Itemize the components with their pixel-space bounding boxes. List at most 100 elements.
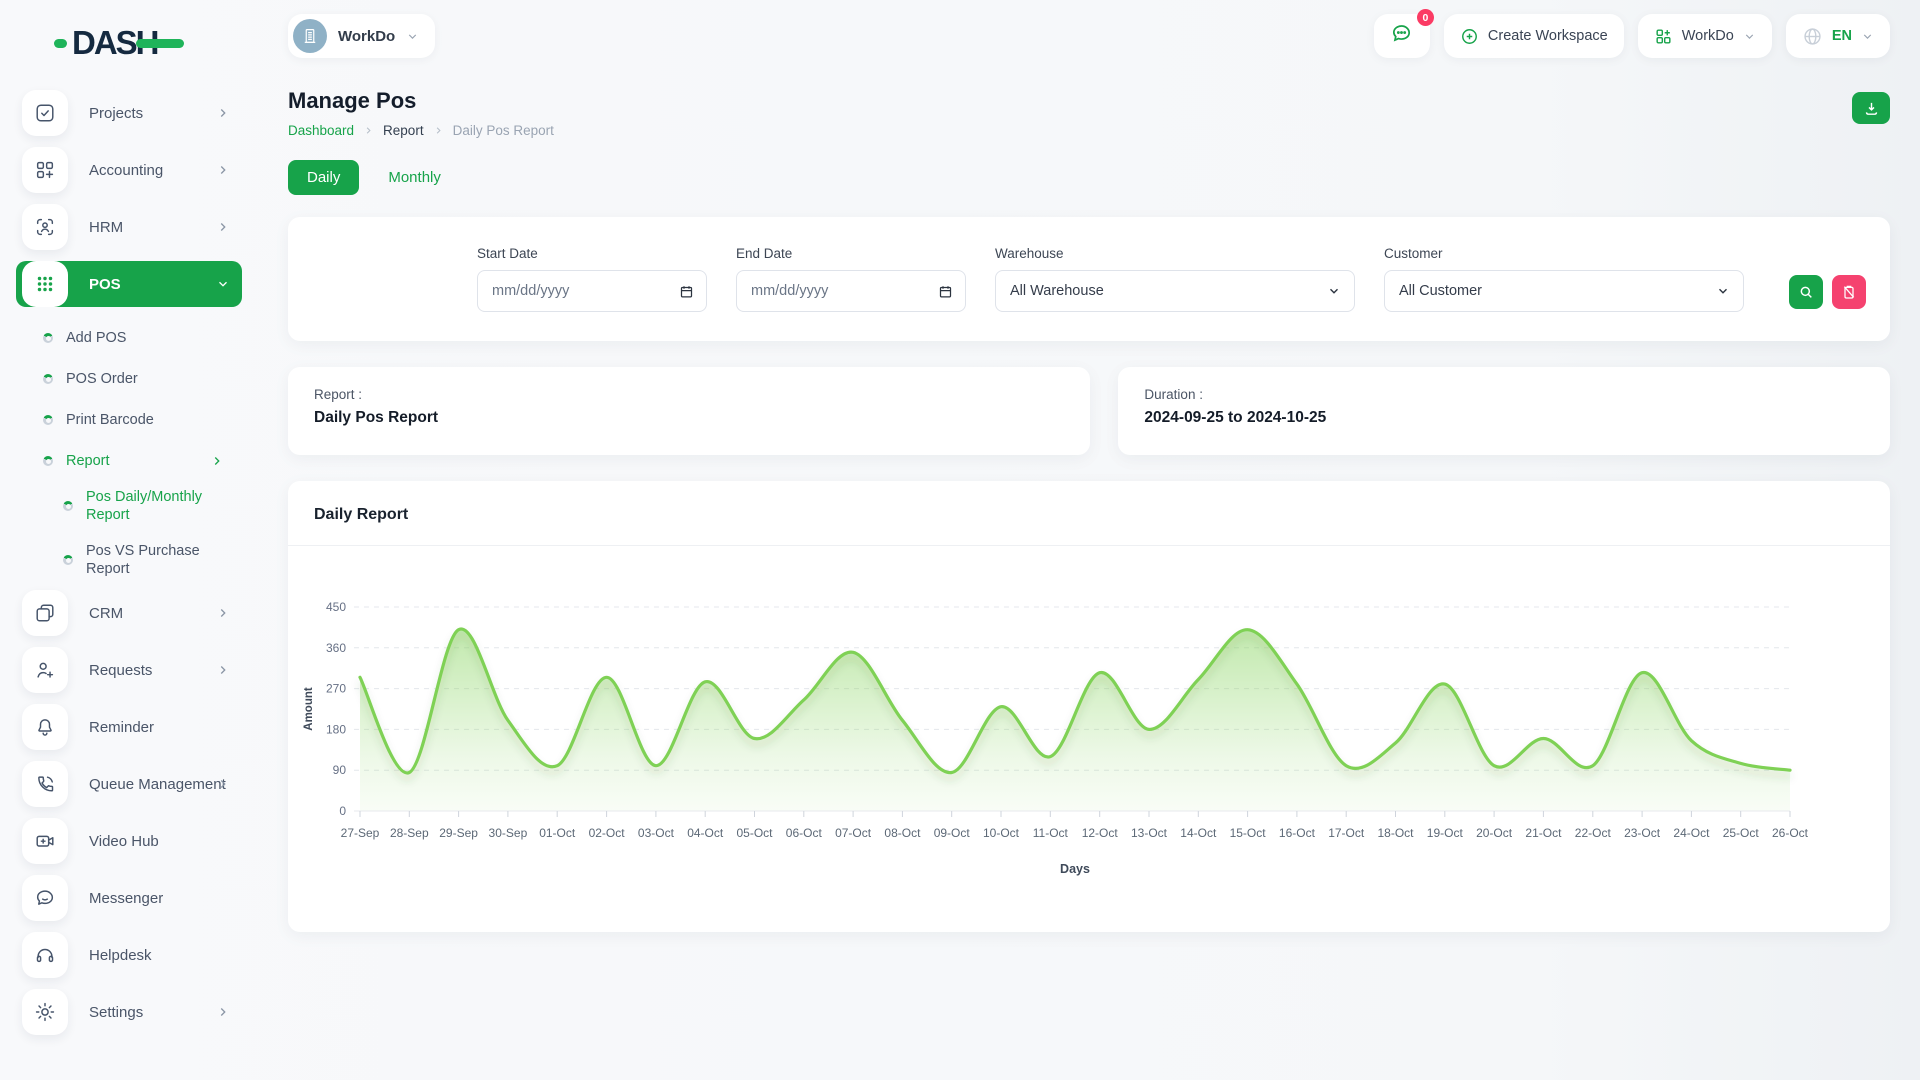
start-date-label: Start Date (477, 246, 707, 261)
messages-button[interactable]: 0 (1374, 14, 1430, 58)
svg-text:16-Oct: 16-Oct (1279, 826, 1316, 840)
svg-text:12-Oct: 12-Oct (1082, 826, 1119, 840)
customer-select[interactable]: All Customer (1385, 271, 1743, 311)
svg-text:23-Oct: 23-Oct (1624, 826, 1661, 840)
grid-plus-icon (1654, 27, 1673, 46)
phone-call-icon (22, 761, 68, 807)
start-date-field[interactable] (477, 270, 707, 312)
sidebar-item-helpdesk[interactable]: Helpdesk (16, 932, 242, 978)
page-title: Manage Pos (288, 88, 554, 114)
sidebar-item-queue-management[interactable]: Queue Management (16, 761, 242, 807)
svg-text:19-Oct: 19-Oct (1427, 826, 1464, 840)
bullet-icon (43, 456, 53, 466)
globe-icon (1802, 26, 1823, 47)
breadcrumb: Dashboard Report Daily Pos Report (288, 123, 554, 138)
svg-text:Days: Days (1060, 862, 1090, 876)
main-column: WorkDo 0 Create Workspace WorkDo (258, 0, 1920, 1080)
svg-text:03-Oct: 03-Oct (638, 826, 675, 840)
start-date-input[interactable] (492, 283, 668, 299)
warehouse-select[interactable]: All Warehouse (996, 271, 1354, 311)
sidebar-item-settings[interactable]: Settings (16, 989, 242, 1035)
svg-text:02-Oct: 02-Oct (589, 826, 626, 840)
headset-icon (22, 932, 68, 978)
svg-text:450: 450 (326, 600, 346, 614)
svg-text:360: 360 (326, 641, 346, 655)
sidebar-item-pos[interactable]: POS (16, 261, 242, 307)
svg-text:180: 180 (326, 722, 346, 736)
workdo-menu[interactable]: WorkDo (1638, 14, 1772, 58)
search-icon (1798, 284, 1814, 300)
bullet-icon (63, 555, 73, 565)
svg-text:20-Oct: 20-Oct (1476, 826, 1513, 840)
svg-text:21-Oct: 21-Oct (1525, 826, 1562, 840)
workspace-avatar (293, 19, 327, 53)
sidebar-item-video-hub[interactable]: Video Hub (16, 818, 242, 864)
language-switcher[interactable]: EN (1786, 14, 1890, 58)
sidebar-item-accounting[interactable]: Accounting (16, 147, 242, 193)
chevron-down-icon (406, 30, 419, 43)
tab-daily[interactable]: Daily (288, 160, 359, 195)
sidebar: DASH Projects Accounting HRM POS Add POSPOS … (0, 0, 258, 1080)
svg-text:26-Oct: 26-Oct (1772, 826, 1809, 840)
sidebar-subitem-pos-order[interactable]: POS Order (16, 359, 242, 399)
bell-icon (22, 704, 68, 750)
brand-logo[interactable]: DASH (54, 20, 258, 64)
download-button[interactable] (1852, 92, 1890, 124)
sidebar-item-messenger[interactable]: Messenger (16, 875, 242, 921)
svg-text:30-Sep: 30-Sep (489, 826, 528, 840)
workspace-switcher[interactable]: WorkDo (288, 14, 435, 58)
sidebar-subitem-pos-vs-purchase-report[interactable]: Pos VS Purchase Report (16, 536, 242, 584)
svg-text:09-Oct: 09-Oct (934, 826, 971, 840)
app-root: DASH Projects Accounting HRM POS Add POSPOS … (0, 0, 1920, 1080)
bullet-icon (63, 501, 73, 511)
breadcrumb-current: Daily Pos Report (453, 123, 554, 138)
svg-text:08-Oct: 08-Oct (884, 826, 921, 840)
svg-text:22-Oct: 22-Oct (1575, 826, 1612, 840)
chart-title: Daily Report (288, 481, 1890, 546)
svg-text:06-Oct: 06-Oct (786, 826, 823, 840)
apply-filter-button[interactable] (1789, 275, 1823, 309)
page-content: Manage Pos Dashboard Report Daily Pos Re… (258, 72, 1920, 932)
end-date-group: End Date (736, 246, 966, 312)
sidebar-subitem-pos-daily-monthly-report[interactable]: Pos Daily/Monthly Report (16, 482, 242, 530)
sidebar-item-projects[interactable]: Projects (16, 90, 242, 136)
sidebar-item-requests[interactable]: Requests (16, 647, 242, 693)
start-date-group: Start Date (477, 246, 707, 312)
chevron-right-icon (216, 1005, 230, 1019)
svg-text:29-Sep: 29-Sep (439, 826, 478, 840)
sidebar-subitem-add-pos[interactable]: Add POS (16, 318, 242, 358)
reset-filter-button[interactable] (1832, 275, 1866, 309)
tab-monthly[interactable]: Monthly (369, 160, 460, 195)
user-plus-icon (22, 647, 68, 693)
breadcrumb-dashboard[interactable]: Dashboard (288, 123, 354, 138)
sidebar-item-crm[interactable]: CRM (16, 590, 242, 636)
chevron-right-icon (216, 163, 230, 177)
chevron-right-icon (216, 663, 230, 677)
topbar: WorkDo 0 Create Workspace WorkDo (258, 0, 1920, 72)
chevron-right-icon (210, 454, 224, 468)
end-date-input[interactable] (751, 283, 927, 299)
download-icon (1863, 100, 1880, 117)
summary-row: Report : Daily Pos Report Duration : 202… (288, 367, 1890, 455)
breadcrumb-report[interactable]: Report (383, 123, 424, 138)
svg-text:0: 0 (339, 804, 346, 818)
create-workspace-button[interactable]: Create Workspace (1444, 14, 1624, 58)
chat-dots-icon (1390, 22, 1413, 50)
svg-text:13-Oct: 13-Oct (1131, 826, 1168, 840)
calendar-icon (938, 284, 953, 299)
customer-group: Customer All Customer (1384, 246, 1744, 312)
sidebar-subitem-print-barcode[interactable]: Print Barcode (16, 400, 242, 440)
logo-accent-dot (54, 39, 67, 48)
svg-text:Amount: Amount (303, 687, 315, 731)
video-camera-icon (22, 818, 68, 864)
sidebar-item-reminder[interactable]: Reminder (16, 704, 242, 750)
sidebar-subitem-report[interactable]: Report (16, 441, 242, 481)
duration-label: Duration : (1144, 387, 1864, 402)
sidebar-item-hrm[interactable]: HRM (16, 204, 242, 250)
logo-accent-bar (136, 39, 184, 48)
bullet-icon (43, 333, 53, 343)
chevron-right-icon (216, 106, 230, 120)
end-date-field[interactable] (736, 270, 966, 312)
svg-text:28-Sep: 28-Sep (390, 826, 429, 840)
sidebar-nav: Projects Accounting HRM POS Add POSPOS Order… (0, 90, 258, 1046)
